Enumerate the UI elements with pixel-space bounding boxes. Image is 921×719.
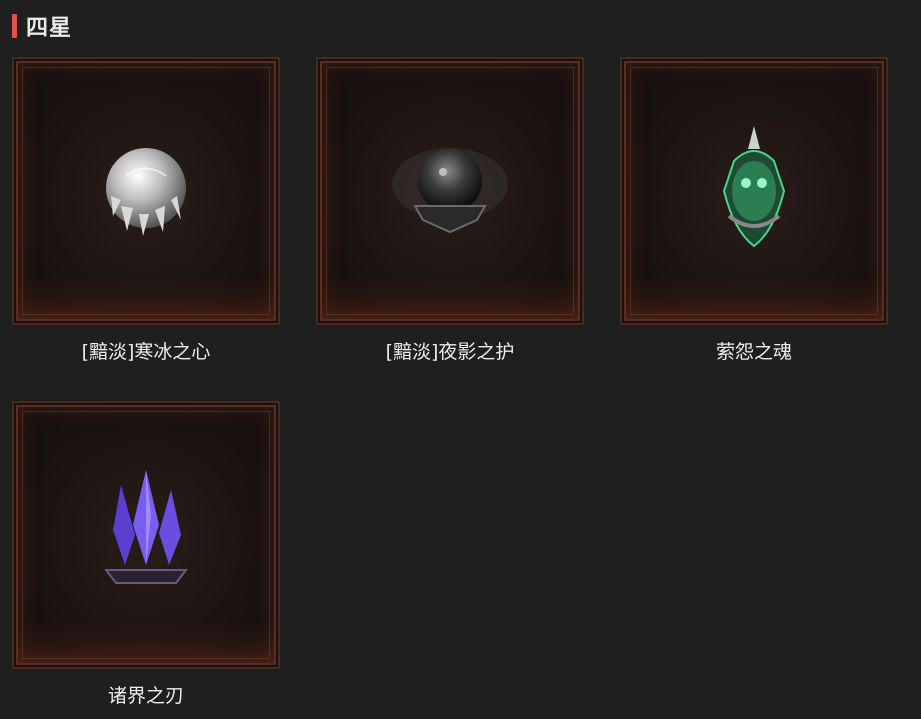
item-image-frame[interactable] — [620, 57, 888, 325]
item-image-frame[interactable] — [12, 57, 280, 325]
item-card-realm-blade[interactable]: 诸界之刃 — [12, 401, 280, 708]
green-spirit-icon — [722, 126, 786, 248]
shadow-orb-icon — [392, 148, 508, 234]
item-image-frame[interactable] — [316, 57, 584, 325]
item-name[interactable]: 萦怨之魂 — [620, 337, 888, 364]
item-image-frame[interactable] — [12, 401, 280, 669]
item-card-night-shadow[interactable]: [黯淡]夜影之护 — [316, 57, 584, 364]
section-header: 四星 — [12, 12, 73, 41]
item-card-ice-heart[interactable]: [黯淡]寒冰之心 — [12, 57, 280, 364]
item-name[interactable]: 诸界之刃 — [12, 681, 280, 708]
item-name[interactable]: [黯淡]寒冰之心 — [12, 337, 280, 364]
purple-crystal-icon — [103, 470, 189, 584]
item-name[interactable]: [黯淡]夜影之护 — [316, 337, 584, 364]
ice-orb-icon — [106, 148, 186, 236]
section-accent-bar — [12, 14, 17, 38]
item-card-resentful-soul[interactable]: 萦怨之魂 — [620, 57, 888, 364]
section-title: 四星 — [26, 16, 73, 41]
